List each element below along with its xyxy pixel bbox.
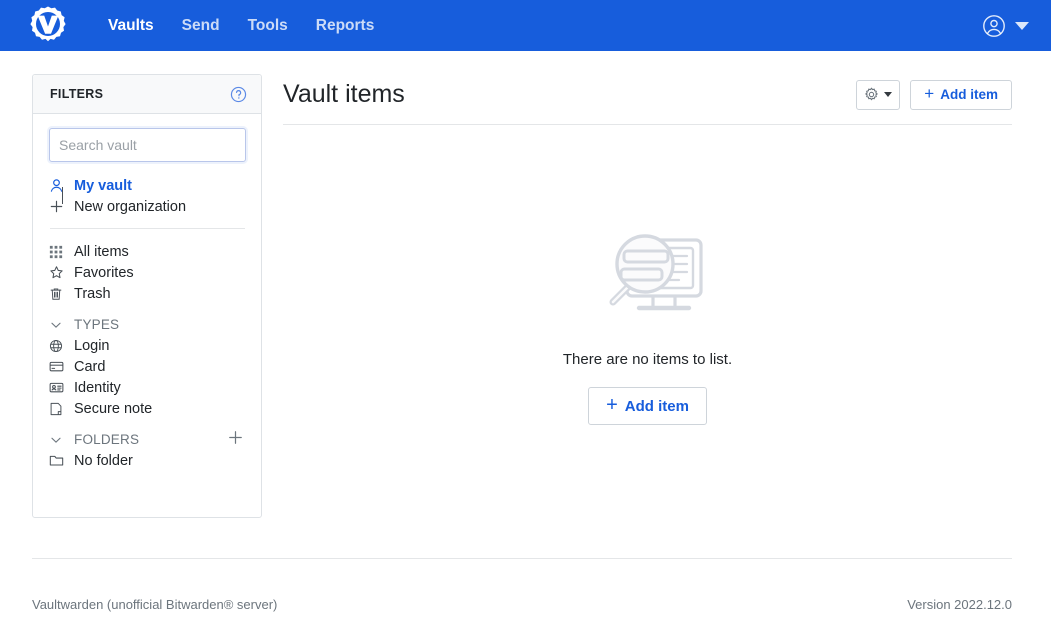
plus-icon: +	[606, 395, 618, 415]
vault-filter-list: My vault New organization	[49, 175, 246, 217]
gear-icon	[864, 87, 879, 102]
nav-link-tools[interactable]: Tools	[234, 11, 302, 41]
user-circle-icon[interactable]	[982, 14, 1006, 38]
footer-left-text: Vaultwarden (unofficial Bitwarden® serve…	[32, 597, 277, 612]
plus-icon	[49, 198, 71, 216]
globe-icon	[49, 337, 71, 355]
page-title: Vault items	[283, 80, 405, 109]
sidebar-item-label: Card	[71, 359, 105, 375]
sidebar-item-my-vault[interactable]: My vault	[49, 175, 246, 196]
credit-card-icon	[49, 358, 71, 376]
user-icon	[49, 177, 71, 195]
filters-panel: FILTERS My v	[32, 74, 262, 518]
sidebar-item-label: Secure note	[71, 401, 152, 417]
folders-section-label: FOLDERS	[71, 432, 139, 447]
types-section-label: TYPES	[71, 317, 119, 332]
filters-title: FILTERS	[50, 87, 103, 101]
global-filter-list: All items Favorites	[49, 241, 246, 304]
chevron-down-icon[interactable]	[49, 316, 71, 334]
nav-links: Vaults Send Tools Reports	[94, 11, 388, 41]
empty-state-message: There are no items to list.	[563, 351, 732, 368]
add-folder-button[interactable]	[227, 429, 246, 450]
filters-panel-body: My vault New organization	[33, 114, 261, 471]
search-text-caret	[62, 187, 63, 204]
caret-down-icon	[884, 92, 892, 97]
spacer	[49, 304, 246, 314]
vaultwarden-shield-logo-icon[interactable]	[27, 5, 69, 47]
sidebar-item-all-items[interactable]: All items	[49, 241, 246, 262]
sidebar-item-label: Identity	[71, 380, 121, 396]
empty-state: There are no items to list. + Add item	[283, 125, 1012, 425]
folder-icon	[49, 452, 71, 470]
sidebar-item-no-folder[interactable]: No folder	[49, 450, 246, 471]
chevron-down-icon[interactable]	[49, 431, 71, 449]
page-body: FILTERS My v	[0, 51, 1051, 639]
sidebar-item-login[interactable]: Login	[49, 335, 246, 356]
account-menu[interactable]	[982, 0, 1029, 51]
folders-section: FOLDERS No folder	[49, 429, 246, 471]
main-header: Vault items + Add item	[283, 74, 1012, 115]
star-icon	[49, 264, 71, 282]
search-input[interactable]	[49, 128, 246, 162]
footer-right-text: Version 2022.12.0	[907, 597, 1012, 612]
magnifier-over-monitor-icon	[583, 218, 713, 326]
footer-divider	[32, 558, 1012, 559]
top-navbar: Vaults Send Tools Reports	[0, 0, 1051, 51]
grid-icon	[49, 243, 71, 261]
trash-icon	[49, 285, 71, 303]
sidebar-item-label: No folder	[71, 453, 133, 469]
sticky-note-icon	[49, 400, 71, 418]
main-content: Vault items + Add item	[283, 74, 1012, 425]
vault-options-button[interactable]	[856, 80, 900, 110]
sidebar-item-label: Favorites	[71, 265, 134, 281]
types-section-header[interactable]: TYPES	[49, 314, 246, 335]
add-item-button-label: Add item	[940, 87, 998, 102]
nav-link-send[interactable]: Send	[168, 11, 234, 41]
sidebar-divider	[50, 228, 245, 229]
question-circle-icon[interactable]	[230, 86, 247, 103]
spacer	[49, 419, 246, 429]
filters-panel-header: FILTERS	[33, 75, 261, 114]
sidebar-item-new-organization[interactable]: New organization	[49, 196, 246, 217]
sidebar-item-label: My vault	[71, 178, 132, 194]
id-card-icon	[49, 379, 71, 397]
add-item-button[interactable]: + Add item	[910, 80, 1012, 110]
empty-state-add-item-label: Add item	[625, 398, 689, 415]
sidebar-item-label: Trash	[71, 286, 111, 302]
nav-link-reports[interactable]: Reports	[302, 11, 389, 41]
plus-icon: +	[924, 85, 934, 102]
sidebar-item-label: All items	[71, 244, 129, 260]
header-actions: + Add item	[856, 80, 1012, 110]
sidebar-item-identity[interactable]: Identity	[49, 377, 246, 398]
chevron-down-icon[interactable]	[1015, 22, 1029, 30]
types-section: TYPES Login	[49, 314, 246, 419]
sidebar-item-secure-note[interactable]: Secure note	[49, 398, 246, 419]
sidebar-item-label: Login	[71, 338, 109, 354]
folders-section-header[interactable]: FOLDERS	[49, 429, 246, 450]
sidebar-item-favorites[interactable]: Favorites	[49, 262, 246, 283]
nav-link-vaults[interactable]: Vaults	[94, 11, 168, 41]
sidebar-item-trash[interactable]: Trash	[49, 283, 246, 304]
empty-state-add-item-button[interactable]: + Add item	[588, 387, 707, 425]
sidebar-item-label: New organization	[71, 199, 186, 215]
sidebar-item-card[interactable]: Card	[49, 356, 246, 377]
footer: Vaultwarden (unofficial Bitwarden® serve…	[32, 597, 1012, 612]
